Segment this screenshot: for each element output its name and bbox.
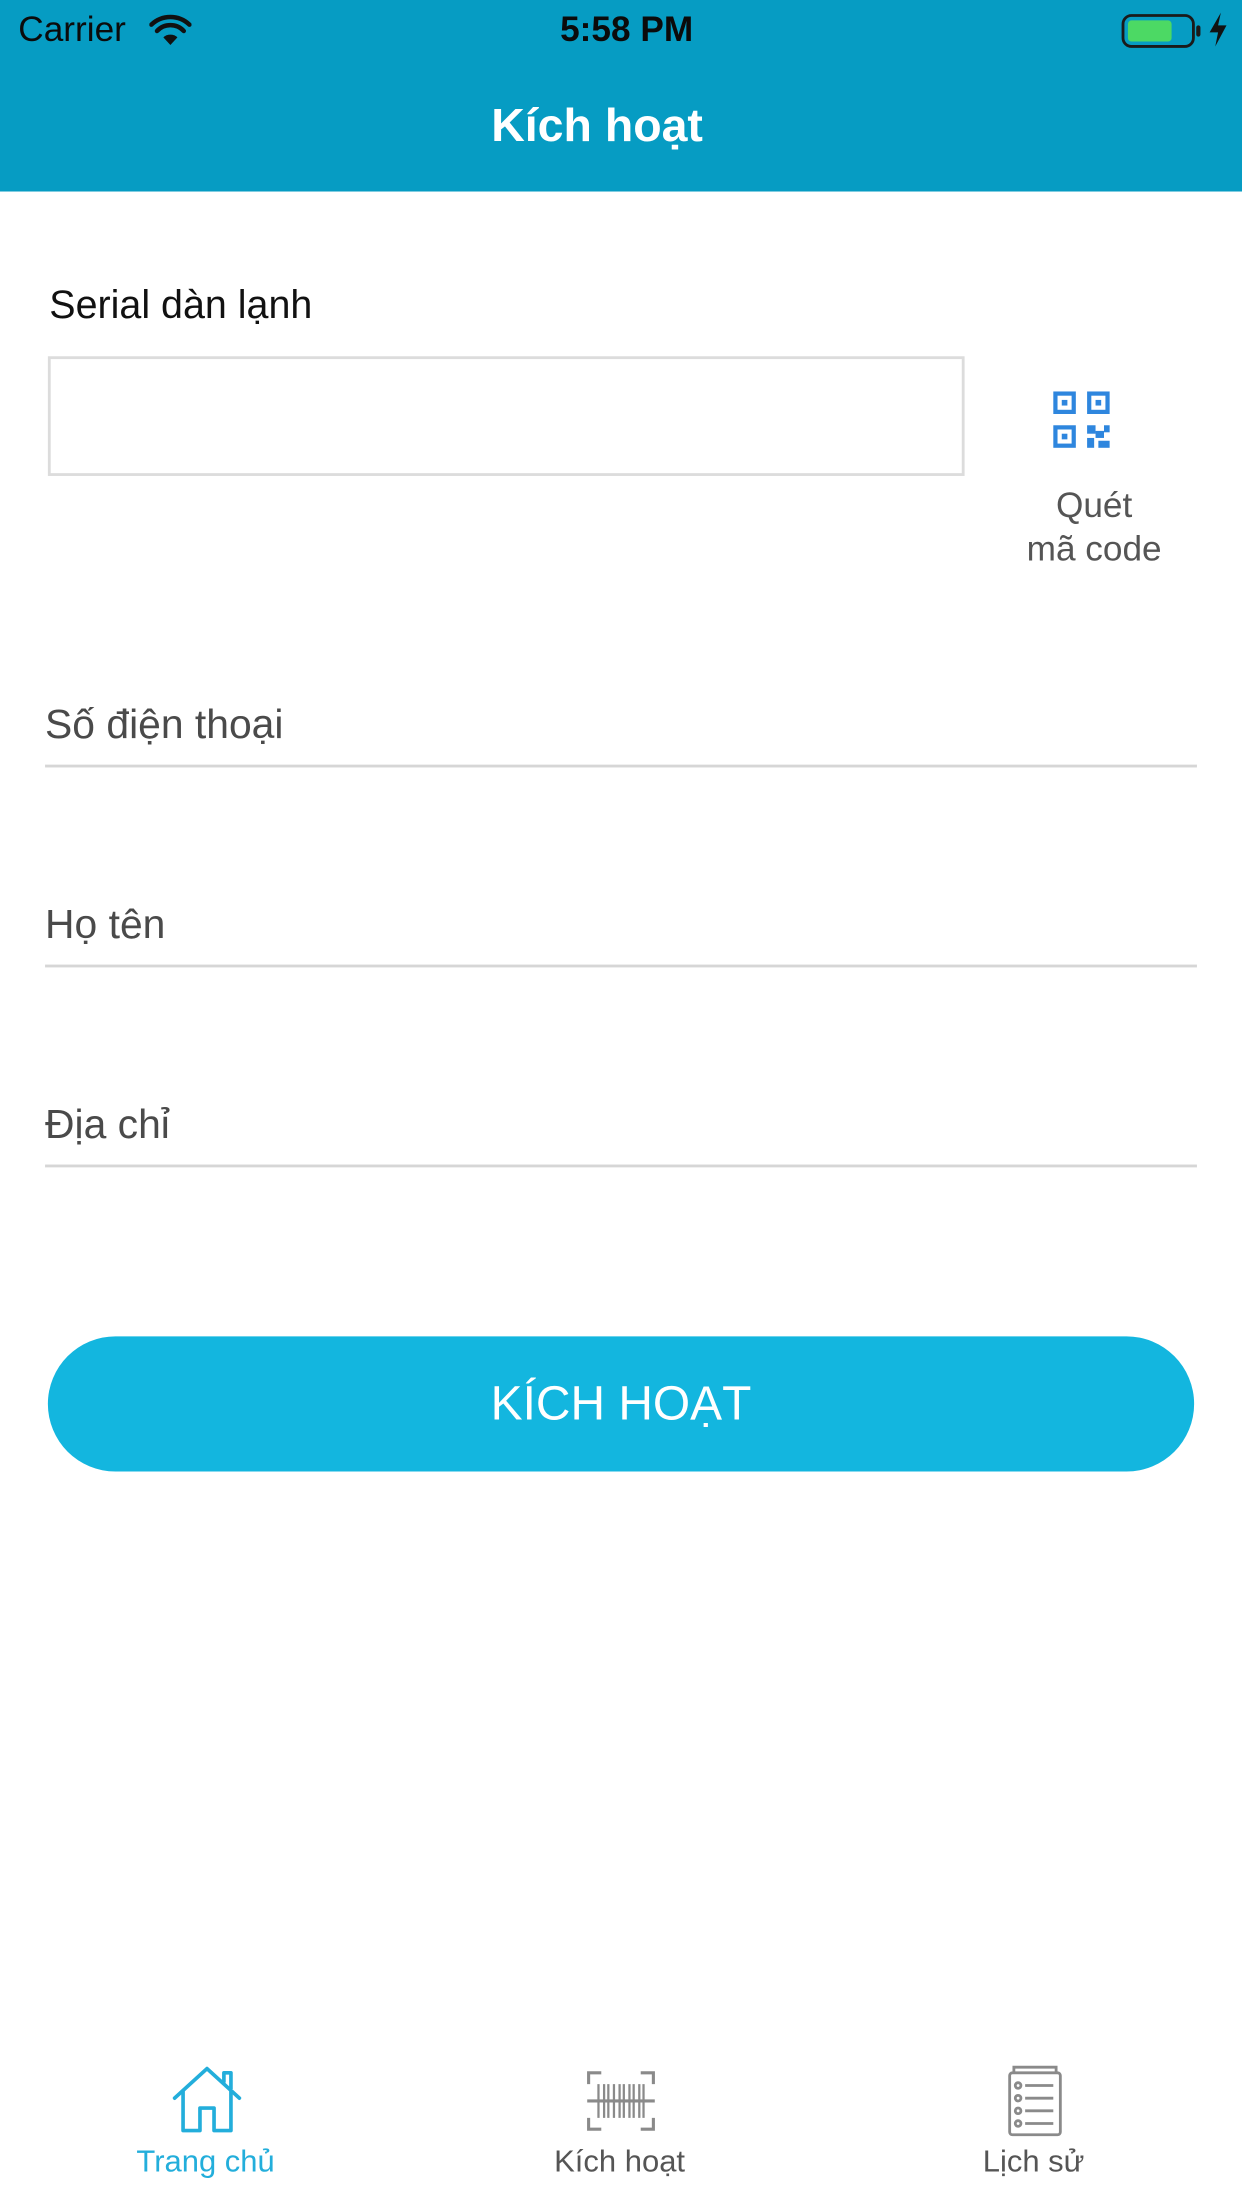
scan-code-button[interactable]: Quét mã code: [1003, 383, 1186, 580]
qr-code-icon: [1053, 391, 1110, 448]
tab-home[interactable]: Trang chủ: [65, 2042, 347, 2201]
tab-bar: Trang chủ Kích hoạt Lịch sử: [0, 2041, 1242, 2201]
home-icon: [172, 2066, 242, 2133]
serial-label: Serial dàn lạnh: [49, 283, 313, 327]
tab-history-label: Lịch sử: [982, 2143, 1085, 2179]
status-bar: Carrier 5:58 PM: [0, 0, 1242, 62]
serial-input[interactable]: [47, 356, 965, 476]
phone-field[interactable]: [45, 685, 1197, 768]
barcode-icon: [587, 2071, 655, 2131]
clock: 5:58 PM: [560, 9, 694, 50]
tab-home-label: Trang chủ: [136, 2143, 275, 2179]
tab-activate[interactable]: Kích hoạt: [479, 2042, 761, 2201]
page-title: Kích hoạt: [491, 98, 703, 151]
full-name-field[interactable]: [45, 885, 1197, 968]
history-list-icon: [1008, 2065, 1062, 2137]
scan-code-label: Quét mã code: [1003, 484, 1186, 571]
app-screen: Carrier 5:58 PM Kích hoạt Serial dàn lạn…: [0, 0, 1242, 2201]
scan-label-line-1: Quét: [1055, 485, 1133, 526]
address-field[interactable]: [45, 1085, 1197, 1168]
activate-button[interactable]: KÍCH HOẠT: [47, 1336, 1195, 1472]
tab-activate-label: Kích hoạt: [554, 2143, 686, 2179]
battery-icon: [1121, 14, 1201, 48]
tab-history[interactable]: Lịch sử: [893, 2042, 1175, 2201]
header: Carrier 5:58 PM Kích hoạt: [0, 0, 1242, 192]
charging-bolt-icon: [1209, 12, 1227, 47]
scan-label-line-2: mã code: [1026, 529, 1162, 569]
